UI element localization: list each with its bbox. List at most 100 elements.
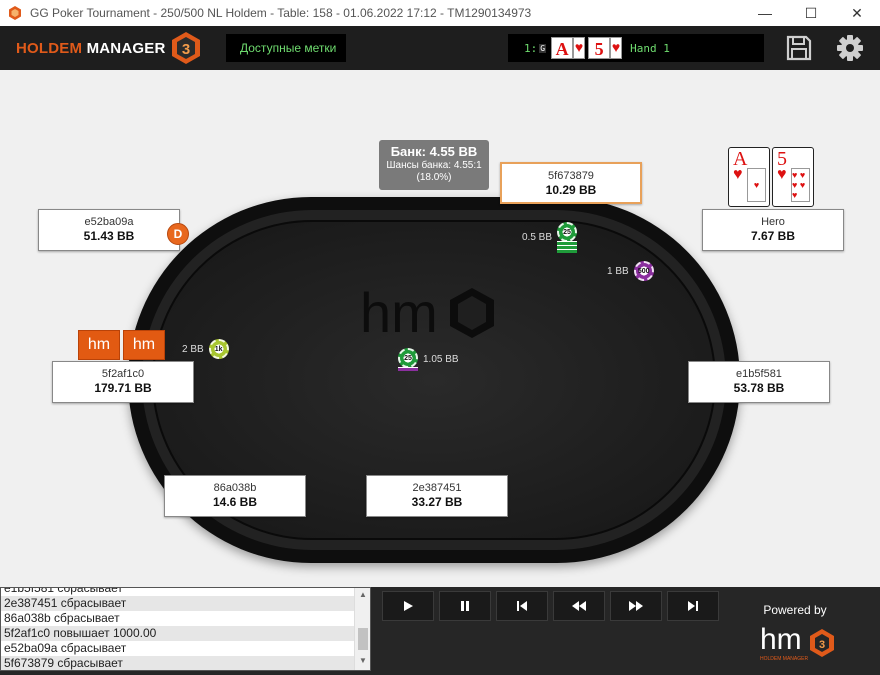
card-suit: ♥: [777, 166, 787, 183]
pot-odds: Шансы банка: 4.55:1: [386, 160, 482, 171]
log-line: 5f2af1c0 повышает 1000.00: [1, 626, 370, 641]
rewind-button[interactable]: [553, 591, 605, 621]
maximize-button[interactable]: ☐: [788, 0, 834, 26]
skip-to-end-button[interactable]: [667, 591, 719, 621]
player-name: 86a038b: [213, 482, 257, 494]
logo-text-holdem: HOLDEM: [16, 39, 83, 57]
felt-logo-text: hm: [360, 281, 438, 344]
seat-left[interactable]: 5f2af1c0 179.71 BB: [52, 361, 194, 403]
player-stack: 51.43 BB: [83, 229, 135, 243]
play-icon: [404, 601, 413, 611]
skip-to-end-icon: [688, 601, 698, 611]
bet-top-right: 1 BB 500: [607, 261, 654, 281]
available-tags-button[interactable]: Доступные метки: [226, 34, 346, 62]
bet-amount: 2 BB: [182, 343, 204, 355]
floppy-disk-icon[interactable]: [785, 34, 813, 62]
player-stack: 10.29 BB: [545, 183, 597, 197]
player-name: 2e387451: [412, 482, 462, 494]
hand-selector[interactable]: 1: G A ♥ 5 ♥ Hand 1: [508, 34, 764, 62]
chip-yellow-icon: 1k: [208, 339, 229, 359]
fast-forward-button[interactable]: [610, 591, 662, 621]
log-line: 86a038b сбрасывает: [4, 611, 120, 625]
action-log[interactable]: e1b5f581 сбрасывает 2e387451 сбрасывает …: [0, 587, 371, 671]
skip-to-start-button[interactable]: [496, 591, 548, 621]
pot-info-box: Банк: 4.55 BB Шансы банка: 4.55:1 (18.0%…: [379, 140, 489, 190]
player-stack: 179.71 BB: [94, 381, 152, 395]
powered-by-label: Powered by: [763, 603, 827, 617]
player-name: e1b5f581: [736, 368, 782, 380]
bet-amount: 0.5 BB: [522, 232, 553, 243]
powered-logo-text: hm: [760, 623, 802, 656]
hero-card-2: 5 ♥ ♥ ♥ ♥ ♥ ♥: [772, 147, 814, 207]
pot-percent: (18.0%): [416, 172, 452, 183]
seat-bottom-left[interactable]: 86a038b 14.6 BB: [164, 475, 306, 517]
powered-by-badge: Powered by hm 3 HOLDEM MANAGER: [745, 603, 845, 668]
card-face: ♥ ♥ ♥ ♥ ♥: [791, 168, 810, 202]
logo-hexagon-icon: 3: [172, 32, 201, 64]
player-stack: 53.78 BB: [733, 381, 785, 395]
player-name: Hero: [761, 216, 785, 228]
hand-label: Hand 1: [630, 41, 670, 55]
seat-hero[interactable]: Hero 7.67 BB: [702, 209, 844, 251]
hm-toolbar: HOLDEM MANAGER 3 Доступные метки 1: G A …: [0, 26, 880, 70]
hand-card-1-suit: ♥: [573, 37, 586, 59]
hand-card-2-rank: 5: [588, 37, 611, 59]
pause-button[interactable]: [439, 591, 491, 621]
scroll-up-icon[interactable]: ▲: [359, 590, 367, 599]
pot-total: Банк: 4.55 BB: [390, 144, 478, 159]
powered-tagline: HOLDEM MANAGER: [760, 656, 808, 662]
gear-icon[interactable]: [836, 34, 864, 62]
log-scrollbar[interactable]: ▲ ▼: [354, 588, 370, 670]
rewind-icon: [572, 601, 586, 611]
holdem-manager-logo: HOLDEM MANAGER 3: [16, 32, 203, 64]
seat-top-left[interactable]: e52ba09a 51.43 BB: [38, 209, 180, 251]
close-button[interactable]: ✕: [834, 0, 880, 26]
replayer-main: hm Банк: 4.55 BB Шансы банка: 4.55:1 (18…: [0, 70, 880, 587]
player-stack: 14.6 BB: [212, 495, 258, 509]
log-line: 2e387451 сбрасывает: [1, 596, 370, 611]
window-title: GG Poker Tournament - 250/500 NL Holdem …: [30, 6, 532, 20]
play-button[interactable]: [382, 591, 434, 621]
hm-tag-button[interactable]: hm: [78, 330, 120, 360]
hand-card-2-suit: ♥: [610, 37, 623, 59]
seat-right[interactable]: e1b5f581 53.78 BB: [688, 361, 830, 403]
bet-left: 2 BB 1k: [182, 339, 229, 359]
hero-card-1: A ♥ ♥: [728, 147, 770, 207]
bet-amount: 1.05 BB: [423, 354, 459, 365]
hand-card-1-rank: A: [551, 37, 574, 59]
fast-forward-icon: [629, 601, 643, 611]
gg-site-icon: G: [539, 43, 547, 53]
scroll-down-icon[interactable]: ▼: [359, 656, 367, 665]
log-line: e1b5f581 сбрасывает: [4, 587, 123, 595]
powered-by-hm-logo: hm 3 HOLDEM MANAGER: [760, 623, 834, 662]
bottom-panel: e1b5f581 сбрасывает 2e387451 сбрасывает …: [0, 587, 880, 675]
chip-green-icon: 25: [398, 348, 418, 368]
hm-tag-button[interactable]: hm: [123, 330, 165, 360]
app-icon: [9, 6, 21, 20]
card-face: ♥: [747, 168, 766, 202]
powered-badge-text: 3: [819, 639, 825, 651]
log-line: 5f673879 сбрасывает: [1, 656, 370, 670]
scroll-thumb[interactable]: [358, 628, 368, 650]
felt-hm-logo: hm: [360, 280, 500, 355]
player-stack: 7.67 BB: [750, 229, 796, 243]
seat-top-center[interactable]: 5f673879 10.29 BB: [500, 162, 642, 204]
dealer-button: D: [167, 223, 189, 245]
player-name: e52ba09a: [84, 216, 134, 228]
bet-top-center: 0.5 BB 25: [522, 222, 578, 253]
logo-badge-text: 3: [182, 41, 190, 58]
bet-amount: 1 BB: [607, 265, 629, 277]
seat-bottom-center[interactable]: 2e387451 33.27 BB: [366, 475, 508, 517]
chip-green-icon: 25: [557, 222, 578, 242]
player-name: 5f2af1c0: [101, 368, 145, 380]
bet-center: 25 1.05 BB: [398, 348, 459, 371]
minimize-button[interactable]: —: [742, 0, 788, 26]
chip-purple-icon: 500: [633, 261, 654, 281]
window-title-bar: GG Poker Tournament - 250/500 NL Holdem …: [0, 0, 880, 26]
log-line: e52ba09a сбрасывает: [4, 641, 127, 655]
hand-prefix: 1:: [524, 41, 538, 55]
pause-icon: [461, 601, 469, 611]
card-suit: ♥: [733, 166, 743, 183]
player-stack: 33.27 BB: [411, 495, 463, 509]
player-name: 5f673879: [548, 170, 594, 182]
